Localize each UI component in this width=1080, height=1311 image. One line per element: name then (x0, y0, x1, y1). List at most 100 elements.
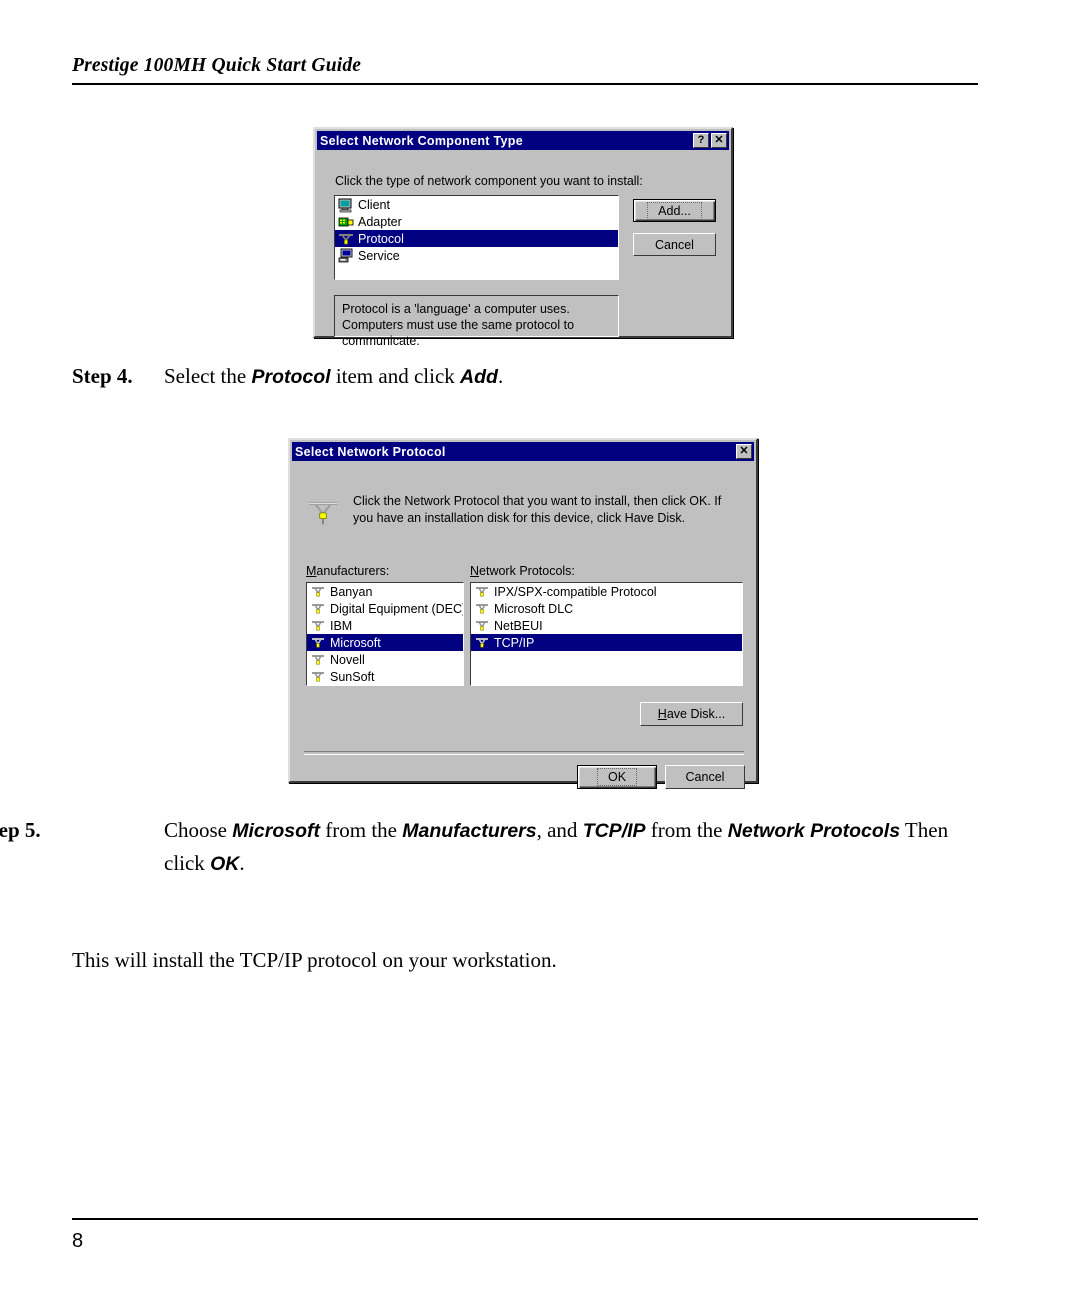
list-item[interactable]: Novell (307, 651, 463, 668)
close-icon[interactable]: ✕ (711, 133, 727, 148)
step-5-text-2: from the (320, 818, 403, 842)
help-icon[interactable]: ? (693, 133, 709, 148)
page-number: 8 (72, 1230, 84, 1252)
computer-client-icon (338, 197, 354, 213)
network-protocol-icon (310, 618, 326, 634)
list-item-label: Protocol (358, 231, 404, 246)
network-protocol-icon (474, 601, 490, 617)
list-item-label: Banyan (330, 584, 373, 599)
cancel-button-label: Cancel (685, 770, 725, 784)
list-item[interactable]: SunSoft (307, 668, 463, 685)
list-item[interactable]: Digital Equipment (DEC) (307, 600, 463, 617)
list-item[interactable]: Microsoft DLC (471, 600, 742, 617)
manufacturers-label-rest: anufacturers: (316, 564, 390, 578)
step-5-text-4: from the (645, 818, 728, 842)
step-5-label: Step 5. (0, 818, 41, 842)
list-item-label: IBM (330, 618, 353, 633)
component-type-prompt: Click the type of network component you … (335, 174, 643, 188)
step-5-emph-microsoft: Microsoft (232, 820, 320, 842)
network-protocol-icon (310, 601, 326, 617)
network-protocols-label-rest: etwork Protocols: (479, 564, 575, 578)
step-4-body: Select the Protocol item and click Add. (164, 364, 503, 388)
step-5-emph-tcpip: TCP/IP (582, 820, 646, 842)
list-item[interactable]: Microsoft (307, 634, 463, 651)
network-protocol-large-icon (307, 497, 339, 527)
have-disk-accel: H (657, 707, 667, 721)
dialog-titlebar[interactable]: Select Network Component Type ? ✕ (317, 131, 729, 150)
list-item[interactable]: Banyan (307, 583, 463, 600)
step-5-text-6: . (239, 851, 245, 875)
step-4-text-2: item and click (330, 364, 461, 388)
have-disk-button[interactable]: Have Disk... (640, 702, 743, 726)
network-protocol-icon (310, 669, 326, 685)
network-protocol-icon (310, 584, 326, 600)
manufacturers-label-accel: M (306, 564, 317, 578)
list-item[interactable]: IBM (307, 617, 463, 634)
network-protocol-icon (474, 618, 490, 634)
component-description-box: Protocol is a 'language' a computer uses… (334, 295, 619, 348)
step-5-inner: Step 5. Choose Microsoft from the Manufac… (0, 814, 994, 880)
list-item-label: Digital Equipment (DEC) (330, 601, 464, 616)
list-item-label: Adapter (358, 214, 402, 229)
step-5-emph-manufacturers: Manufacturers (402, 820, 537, 842)
network-protocol-icon (474, 584, 490, 600)
cancel-button-label: Cancel (655, 237, 694, 252)
step-5-emph-network-protocols: Network Protocols (727, 820, 901, 842)
network-protocol-icon (474, 635, 490, 651)
list-item[interactable]: TCP/IP (471, 634, 742, 651)
step-5-text-3: , and (536, 818, 583, 842)
titlebar-buttons: ? ✕ (693, 133, 727, 148)
add-button[interactable]: Add... (633, 199, 716, 222)
list-item-label: NetBEUI (494, 618, 543, 633)
ok-button-label: OK (596, 768, 638, 786)
dialog-title: Select Network Component Type (320, 133, 523, 148)
list-item[interactable]: Protocol (335, 230, 618, 247)
page-footer: 8 (72, 1218, 978, 1253)
dialog-title: Select Network Protocol (295, 444, 446, 459)
step-5-body: Choose Microsoft from the Manufacturers,… (164, 818, 948, 875)
component-description-text: Protocol is a 'language' a computer uses… (342, 302, 575, 348)
network-protocols-listbox[interactable]: IPX/SPX-compatible Protocol Microsoft DL… (470, 582, 743, 686)
list-item-label: TCP/IP (494, 635, 535, 650)
add-button-label: Add... (647, 201, 702, 220)
have-disk-rest: ave Disk... (666, 707, 726, 721)
list-item[interactable]: Client (335, 196, 618, 213)
step-5-emph-ok: OK (210, 853, 240, 875)
step-4-emph-add: Add (460, 366, 498, 388)
component-type-listbox[interactable]: Client Adapter Protocol Service (334, 195, 619, 280)
list-item[interactable]: Service (335, 247, 618, 264)
cancel-button[interactable]: Cancel (665, 765, 745, 789)
list-item-label: Service (358, 248, 400, 263)
network-service-icon (338, 248, 354, 264)
close-icon[interactable]: ✕ (736, 444, 752, 459)
step-4-paragraph: Step 4. Select the Protocol item and clic… (72, 360, 978, 393)
step-5-paragraph: Step 5. Choose Microsoft from the Manufac… (0, 814, 978, 880)
closing-paragraph: This will install the TCP/IP protocol on… (72, 948, 557, 972)
network-protocol-icon (338, 231, 354, 247)
select-protocol-instruction: Click the Network Protocol that you want… (353, 494, 722, 525)
ok-button[interactable]: OK (577, 765, 657, 789)
step-5-text-1: Choose (164, 818, 233, 842)
network-protocol-icon (310, 635, 326, 651)
page-header: Prestige 100MH Quick Start Guide (72, 55, 978, 85)
dialog-titlebar[interactable]: Select Network Protocol ✕ (292, 442, 754, 461)
cancel-button[interactable]: Cancel (633, 233, 716, 256)
list-item[interactable]: IPX/SPX-compatible Protocol (471, 583, 742, 600)
manufacturers-label: Manufacturers: (306, 564, 389, 578)
network-protocols-label: Network Protocols: (470, 564, 575, 578)
titlebar-buttons: ✕ (736, 444, 752, 459)
step-4-text-1: Select the (164, 364, 252, 388)
list-item-label: IPX/SPX-compatible Protocol (494, 584, 657, 599)
dialog-select-network-protocol: Select Network Protocol ✕ Click the Netw… (288, 438, 758, 789)
network-protocols-label-accel: N (470, 564, 480, 578)
page-header-title: Prestige 100MH Quick Start Guide (72, 55, 362, 76)
list-item[interactable]: Adapter (335, 213, 618, 230)
list-item-label: Client (358, 197, 390, 212)
list-item[interactable]: NetBEUI (471, 617, 742, 634)
manufacturers-listbox[interactable]: Banyan Digital Equipment (DEC) IBM Micro… (306, 582, 464, 686)
dialog-select-network-component-type: Select Network Component Type ? ✕ Click … (313, 127, 733, 348)
step-4-label: Step 4. (72, 364, 133, 388)
have-disk-button-label: Have Disk... (658, 707, 725, 721)
list-item-label: Microsoft (330, 635, 381, 650)
list-item-label: Microsoft DLC (494, 601, 574, 616)
